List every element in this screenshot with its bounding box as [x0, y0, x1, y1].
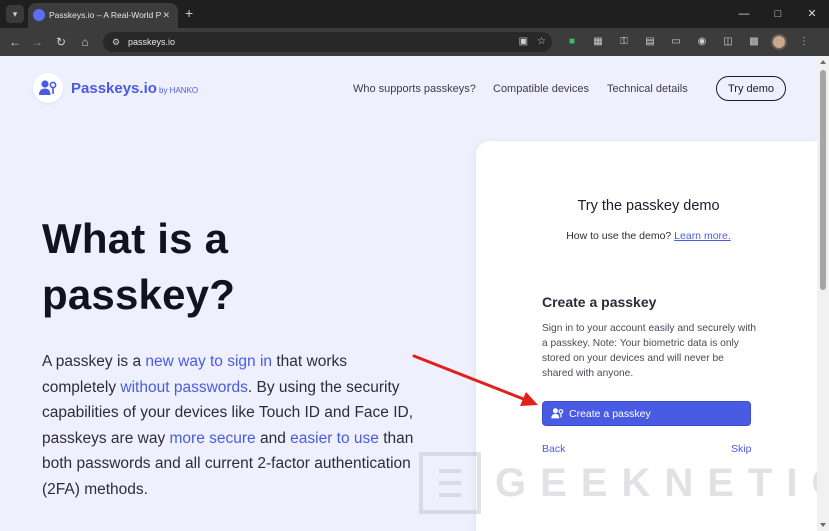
browser-tab[interactable]: Passkeys.io – A Real-World Pa ✕ [28, 3, 178, 28]
new-tab-icon[interactable]: + [185, 5, 193, 21]
browser-menu-icon[interactable]: ⋮ [795, 33, 813, 51]
maximize-icon[interactable]: □ [761, 0, 795, 28]
page-viewport: Passkeys.io by HANKO Who supports passke… [0, 56, 817, 531]
translate-icon[interactable]: ▣ [519, 35, 528, 49]
tab-close-icon[interactable]: ✕ [162, 8, 170, 22]
password-key-icon[interactable]: ⚿ [615, 33, 633, 51]
create-passkey-button[interactable]: Create a passkey [542, 401, 751, 426]
location-pin-icon[interactable]: ◉ [693, 33, 711, 51]
hero-title-line-1: What is a [42, 215, 229, 262]
hero-link-without-passwords[interactable]: without passwords [120, 379, 248, 396]
watermark-text: GEEKNETIC [495, 460, 817, 505]
minimize-icon[interactable]: — [727, 0, 761, 28]
create-passkey-description: Sign in to your account easily and secur… [542, 323, 757, 379]
reading-list-icon[interactable]: ▤ [641, 33, 659, 51]
watermark-logo-icon [419, 452, 481, 514]
hero-link-more-secure[interactable]: more secure [170, 430, 256, 447]
brand-by-hanko[interactable]: by HANKO [159, 86, 198, 95]
brand-name[interactable]: Passkeys.io [71, 80, 157, 97]
passkeys-logo[interactable] [33, 73, 63, 103]
payment-card-icon[interactable]: ▭ [667, 33, 685, 51]
site-info-icon[interactable]: ⚙ [109, 35, 123, 49]
tab-search-icon[interactable]: ▾ [6, 5, 24, 23]
hero-link-easier-to-use[interactable]: easier to use [290, 430, 379, 447]
hero-text: A passkey is a [42, 353, 146, 370]
extensions-row: ■ ▦ ⚿ ▤ ▭ ◉ ◫ ▩ ⋮ [563, 33, 813, 51]
hero-title-line-2: passkey? [42, 271, 236, 318]
extensions-puzzle-icon[interactable]: ▦ [589, 33, 607, 51]
window-controls: — □ ✕ [727, 0, 829, 28]
hero-description: A passkey is a new way to sign in that w… [42, 349, 422, 502]
try-demo-button[interactable]: Try demo [716, 76, 786, 101]
hero-link-new-way-to-sign-in[interactable]: new way to sign in [145, 353, 272, 370]
extension-shield-icon[interactable]: ■ [563, 33, 581, 51]
user-key-icon [39, 80, 57, 95]
downloads-icon[interactable]: ▩ [745, 33, 763, 51]
nav-who-supports-passkeys[interactable]: Who supports passkeys? [353, 83, 476, 95]
side-panel-icon[interactable]: ◫ [719, 33, 737, 51]
nav-compatible-devices[interactable]: Compatible devices [493, 83, 589, 95]
browser-toolbar: ← → ↻ ⌂ ⚙ passkeys.io ▣ ☆ ■ ▦ ⚿ ▤ ▭ ◉ ◫ … [0, 28, 829, 56]
learn-more-link[interactable]: Learn more. [674, 230, 731, 242]
hero-title: What is a passkey? [42, 211, 235, 323]
demo-title: Try the passkey demo [577, 198, 720, 214]
favicon-icon [33, 9, 45, 21]
watermark: GEEKNETIC [419, 448, 817, 518]
reload-icon[interactable]: ↻ [52, 33, 70, 51]
address-bar[interactable]: ⚙ passkeys.io ▣ ☆ [103, 32, 552, 52]
url-text[interactable]: passkeys.io [128, 35, 175, 49]
scroll-up-icon[interactable] [820, 60, 826, 64]
hero-text: and [255, 429, 291, 447]
profile-avatar[interactable] [771, 34, 787, 50]
create-passkey-heading: Create a passkey [542, 294, 657, 310]
bookmark-star-icon[interactable]: ☆ [537, 35, 546, 49]
tab-title: Passkeys.io – A Real-World Pa [49, 10, 161, 20]
create-passkey-label: Create a passkey [569, 408, 651, 420]
back-arrow-icon[interactable]: ← [6, 33, 24, 51]
forward-arrow-icon[interactable]: → [28, 33, 46, 51]
nav-technical-details[interactable]: Technical details [607, 83, 688, 95]
demo-howto: How to use the demo? Learn more. [476, 230, 817, 242]
scroll-thumb[interactable] [820, 70, 826, 290]
close-window-icon[interactable]: ✕ [795, 0, 829, 28]
scroll-down-icon[interactable] [820, 523, 826, 527]
home-icon[interactable]: ⌂ [76, 33, 94, 51]
tab-strip: ▾ Passkeys.io – A Real-World Pa ✕ + — □ … [0, 0, 829, 28]
demo-howto-text: How to use the demo? [566, 230, 672, 242]
user-key-icon [551, 408, 564, 419]
page-scrollbar[interactable] [817, 56, 829, 531]
